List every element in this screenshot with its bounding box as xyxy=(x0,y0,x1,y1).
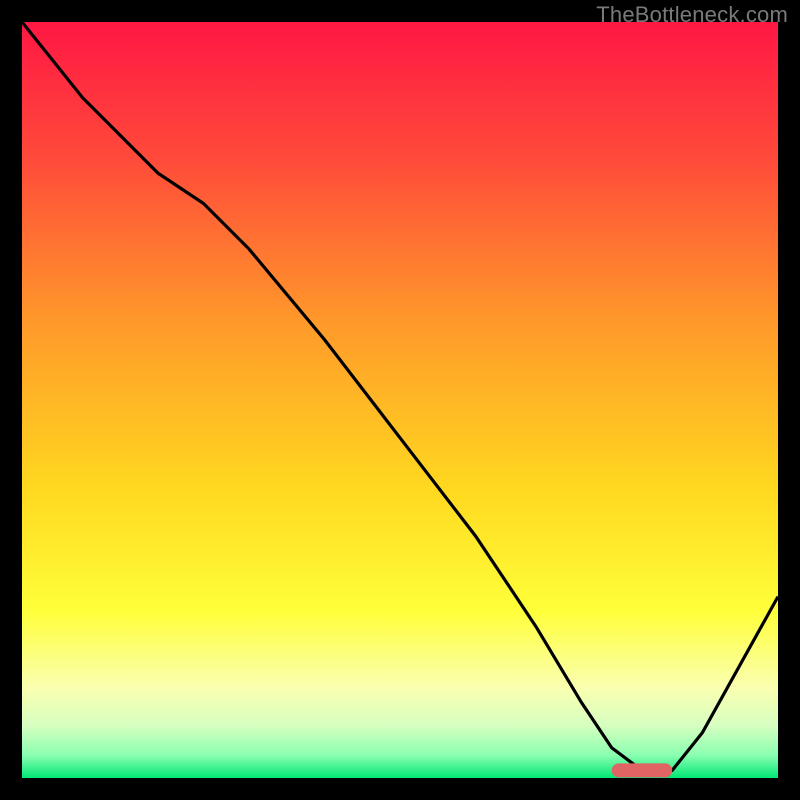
bottleneck-curve xyxy=(22,22,778,770)
curve-overlay xyxy=(22,22,778,778)
optimal-range-marker xyxy=(612,763,673,777)
chart-frame: TheBottleneck.com xyxy=(0,0,800,800)
plot-area xyxy=(22,22,778,778)
